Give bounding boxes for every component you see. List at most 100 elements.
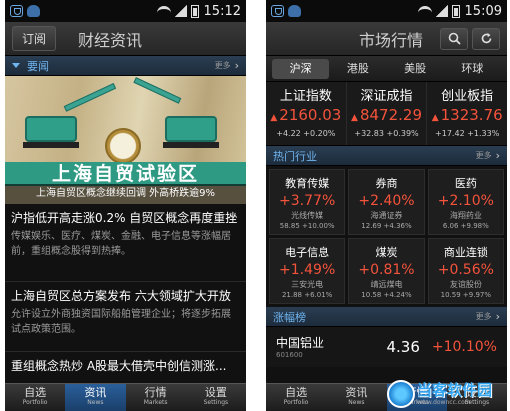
stock-price: 4.36: [386, 338, 420, 356]
signal-icon: [174, 5, 187, 17]
sector-name: 券商: [375, 177, 398, 190]
nav-sublabel: Settings: [203, 399, 229, 406]
battery-icon: [451, 4, 460, 18]
chevron-right-icon[interactable]: ›: [496, 310, 500, 323]
index-name: 上证指数: [279, 89, 332, 104]
nav-sublabel: News: [348, 399, 365, 406]
nav-news[interactable]: 资讯 News: [326, 384, 386, 411]
sector-card[interactable]: 电子信息 +1.49% 三安光电 21.88 +6.01%: [269, 238, 346, 304]
news-summary: 传媒娱乐、医疗、煤炭、金融、电子信息等涨幅居前，重组概念股得到热捧。: [11, 231, 231, 257]
news-header: 订阅 财经资讯: [5, 22, 246, 56]
up-arrow-icon: ▲: [431, 113, 439, 123]
news-title: 上海自贸区总方案发布 六大领域扩大开放: [11, 289, 231, 303]
news-title: 沪指低开高走涨0.2% 自贸区概念再度重挫: [11, 211, 238, 225]
chevron-right-icon[interactable]: ›: [235, 59, 239, 72]
index-change: +32.83 +0.39%: [354, 129, 419, 138]
top-gainer-row[interactable]: 中国铝业 601600 4.36 +10.10%: [266, 327, 507, 367]
search-button[interactable]: [440, 27, 468, 50]
refresh-button[interactable]: [472, 27, 500, 50]
section-title: 涨幅榜: [273, 310, 306, 324]
sector-lead-stock: 海翔药业: [449, 211, 482, 220]
tab-global[interactable]: 环球: [444, 59, 501, 79]
news-item[interactable]: 上海自贸区总方案发布 六大领域扩大开放 允许设立外商独资国际船舶管理企业；将逐步…: [5, 282, 246, 352]
nav-portfolio[interactable]: 自选 Portfolio: [5, 384, 65, 411]
sector-lead-detail: 58.85 +10.00%: [279, 222, 335, 230]
page-title: 财经资讯: [78, 30, 143, 50]
sector-change: +1.49%: [279, 262, 336, 278]
nav-news[interactable]: 资讯 News: [65, 384, 126, 411]
more-link[interactable]: 更多: [215, 60, 231, 71]
sector-lead-detail: 10.59 +9.97%: [440, 291, 492, 299]
news-item[interactable]: 重组概念热炒 A股最大借壳中创信测涨...: [5, 352, 246, 378]
sector-lead-detail: 21.88 +6.01%: [281, 291, 333, 299]
clock-icon: [105, 128, 141, 164]
sector-lead-stock: 光线传媒: [291, 211, 324, 220]
nav-sublabel: News: [87, 399, 104, 406]
nav-sublabel: Portfolio: [22, 399, 48, 406]
index-name: 深证成指: [360, 89, 413, 104]
sector-card[interactable]: 教育传媒 +3.77% 光线传媒 58.85 +10.00%: [269, 169, 346, 235]
index-change: +17.42 +1.33%: [435, 129, 500, 138]
tab-us-stocks[interactable]: 美股: [387, 59, 444, 79]
tab-shanghai-shenzhen[interactable]: 沪深: [272, 58, 330, 79]
stock-code: 601600: [276, 350, 303, 359]
sector-change: +2.40%: [358, 193, 415, 209]
nav-label: 行情: [144, 386, 167, 399]
sector-name: 商业连锁: [443, 246, 488, 259]
stock-name: 中国铝业: [276, 335, 325, 350]
sector-card[interactable]: 煤炭 +0.81% 靖远煤电 10.58 +4.24%: [348, 238, 425, 304]
markets-screen: 15:09 市场行情 沪深 港股 美股 环球 上证指数 ▲ 2160.03 +4.…: [266, 0, 507, 411]
sector-card[interactable]: 医药 +2.10% 海翔药业 6.06 +9.98%: [427, 169, 504, 235]
chevron-right-icon[interactable]: ›: [496, 149, 500, 162]
nav-sublabel: Markets: [143, 399, 168, 406]
gainer-identity: 中国铝业 601600: [276, 335, 324, 360]
section-header-headlines[interactable]: 要闻 更多 ›: [5, 56, 246, 76]
nav-label: 资讯: [345, 386, 368, 399]
index-card[interactable]: 上证指数 ▲ 2160.03 +4.22 +0.20%: [266, 82, 347, 145]
sector-change: +2.10%: [437, 193, 494, 209]
section-header-gainers[interactable]: 涨幅榜 更多 ›: [266, 307, 507, 327]
news-item[interactable]: 沪指低开高走涨0.2% 自贸区概念再度重挫 传媒娱乐、医疗、煤炭、金融、电子信息…: [5, 204, 246, 282]
more-link[interactable]: 更多: [476, 150, 492, 161]
index-card[interactable]: 深证成指 ▲ 8472.29 +32.83 +0.39%: [347, 82, 428, 145]
sector-card[interactable]: 商业连锁 +0.56% 友谊股份 10.59 +9.97%: [427, 238, 504, 304]
subscribe-button[interactable]: 订阅: [12, 26, 57, 51]
index-panel: 上证指数 ▲ 2160.03 +4.22 +0.20% 深证成指 ▲ 8472.29…: [266, 82, 507, 146]
sector-lead-stock: 友谊股份: [449, 280, 482, 289]
index-value-text: 2160.03: [279, 106, 342, 124]
nav-settings[interactable]: 设置 Settings: [186, 384, 246, 411]
nav-markets[interactable]: 行情 Markets: [126, 384, 186, 411]
sector-name: 煤炭: [375, 246, 398, 259]
more-link[interactable]: 更多: [476, 311, 492, 322]
excavator-icon: [25, 116, 77, 142]
sector-name: 教育传媒: [285, 177, 330, 190]
sector-lead-detail: 12.69 +4.36%: [361, 222, 412, 230]
site-watermark: 当客软件园 www.downcc.com: [387, 377, 507, 411]
sector-grid: 教育传媒 +3.77% 光线传媒 58.85 +10.00% 券商 +2.40%…: [266, 166, 507, 307]
section-header-hot-sectors[interactable]: 热门行业 更多 ›: [266, 146, 507, 166]
index-change: +4.22 +0.20%: [276, 129, 336, 138]
index-value: ▲ 1323.76: [427, 105, 507, 128]
banner-headline: 上海自贸试验区: [5, 162, 246, 186]
news-title: 重组概念热炒 A股最大借壳中创信测涨...: [11, 359, 227, 373]
index-card[interactable]: 创业板指 ▲ 1323.76 +17.42 +1.33%: [427, 82, 507, 145]
headline-banner[interactable]: 上海自贸试验区 上海自贸区概念继续回调 外高桥跌逾9%: [5, 76, 246, 204]
status-time: 15:09: [464, 3, 502, 19]
nav-label: 自选: [24, 386, 47, 399]
shield-icon: [271, 5, 284, 17]
signal-icon: [435, 5, 448, 17]
status-bar: 15:12: [5, 0, 246, 22]
sector-change: +0.56%: [437, 262, 494, 278]
stock-change: +10.10%: [431, 339, 497, 355]
banner-caption[interactable]: 上海自贸区概念继续回调 外高桥跌逾9%: [5, 184, 246, 204]
up-arrow-icon: ▲: [351, 113, 358, 123]
tab-hk-stocks[interactable]: 港股: [329, 59, 386, 79]
nav-portfolio[interactable]: 自选 Portfolio: [266, 384, 326, 411]
section-title: 要闻: [27, 59, 49, 73]
shield-icon: [10, 5, 23, 17]
status-bar: 15:09: [266, 0, 507, 22]
news-summary: 允许设立外商独资国际船舶管理企业；将逐步拓展试点政策范围。: [11, 309, 231, 335]
nav-label: 资讯: [84, 386, 107, 399]
collapse-triangle-icon[interactable]: [12, 63, 20, 68]
sector-card[interactable]: 券商 +2.40% 海通证券 12.69 +4.36%: [348, 169, 425, 235]
